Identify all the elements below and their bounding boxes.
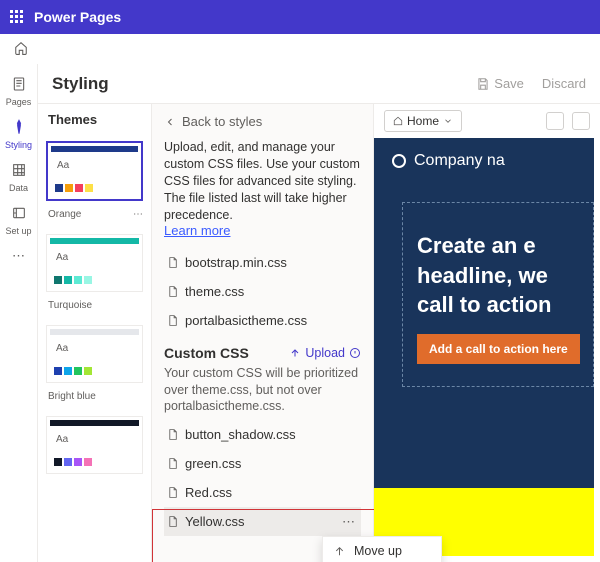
learn-more-link[interactable]: Learn more [164, 223, 361, 238]
css-file-row[interactable]: green.css [164, 449, 361, 478]
rail-item-data[interactable]: Data [0, 156, 38, 199]
theme-card[interactable]: Aa [46, 234, 143, 292]
custom-css-heading: Custom CSS [164, 345, 249, 361]
cta-button[interactable]: Add a call to action here [417, 334, 580, 364]
page-title: Styling [52, 74, 458, 94]
theme-label: Bright blue [44, 387, 145, 410]
preview-tools[interactable] [546, 112, 590, 130]
theme-card[interactable]: Aa [46, 416, 143, 474]
logo-icon [392, 154, 406, 168]
preview-panel: Home Company na Create an e headline, [373, 104, 600, 562]
home-bar [0, 34, 600, 64]
rail-item-setup[interactable]: Set up [0, 199, 38, 242]
theme-label: Turquoise [44, 296, 145, 319]
css-panel: Back to styles Upload, edit, and manage … [151, 104, 373, 562]
company-name: Company na [414, 152, 505, 170]
app-topbar: Power Pages [0, 0, 600, 34]
save-button[interactable]: Save [476, 76, 524, 91]
themes-panel: Themes Aa Orange⋯ Aa Turquoise Aa Bright… [38, 104, 151, 562]
app-title: Power Pages [34, 9, 121, 25]
theme-card[interactable]: Aa [46, 325, 143, 383]
upload-button[interactable]: Upload [289, 346, 361, 360]
theme-card[interactable]: Aa [46, 141, 143, 201]
context-menu: Move up Disable Edit code [322, 536, 442, 562]
css-file-row[interactable]: theme.css [164, 277, 361, 306]
css-file-row[interactable]: button_shadow.css [164, 420, 361, 449]
rail-more-icon[interactable]: ⋯ [12, 242, 25, 270]
theme-label [44, 478, 145, 490]
preview-canvas: Company na Create an e headline, we call… [374, 138, 594, 556]
rail-item-pages[interactable]: Pages [0, 70, 38, 113]
theme-label: Orange⋯ [44, 205, 145, 228]
css-file-row[interactable]: portalbasictheme.css [164, 306, 361, 335]
themes-heading: Themes [44, 112, 145, 135]
css-intro-text: Upload, edit, and manage your custom CSS… [164, 139, 361, 223]
back-to-styles[interactable]: Back to styles [164, 114, 361, 129]
chevron-down-icon [443, 116, 453, 126]
preview-toolbar: Home [374, 104, 600, 138]
section-header: Styling Save Discard [38, 64, 600, 104]
custom-css-note: Your custom CSS will be prioritized over… [164, 365, 361, 414]
waffle-icon[interactable] [10, 10, 24, 24]
css-file-row[interactable]: bootstrap.min.css [164, 248, 361, 277]
css-file-row[interactable]: Yellow.css⋯ [164, 507, 361, 536]
hero-section[interactable]: Create an e headline, we call to action … [402, 202, 594, 387]
hero-headline: Create an e headline, we call to action [417, 231, 593, 320]
rail-item-styling[interactable]: Styling [0, 113, 38, 156]
css-file-row[interactable]: Red.css [164, 478, 361, 507]
ctx-move-up[interactable]: Move up [323, 537, 441, 562]
breadcrumb[interactable]: Home [384, 110, 462, 132]
home-icon[interactable] [14, 41, 28, 58]
more-icon[interactable]: ⋯ [342, 514, 355, 530]
more-icon[interactable]: ⋯ [133, 209, 143, 220]
left-rail: Pages Styling Data Set up ⋯ [0, 64, 38, 562]
discard-button[interactable]: Discard [542, 76, 586, 91]
